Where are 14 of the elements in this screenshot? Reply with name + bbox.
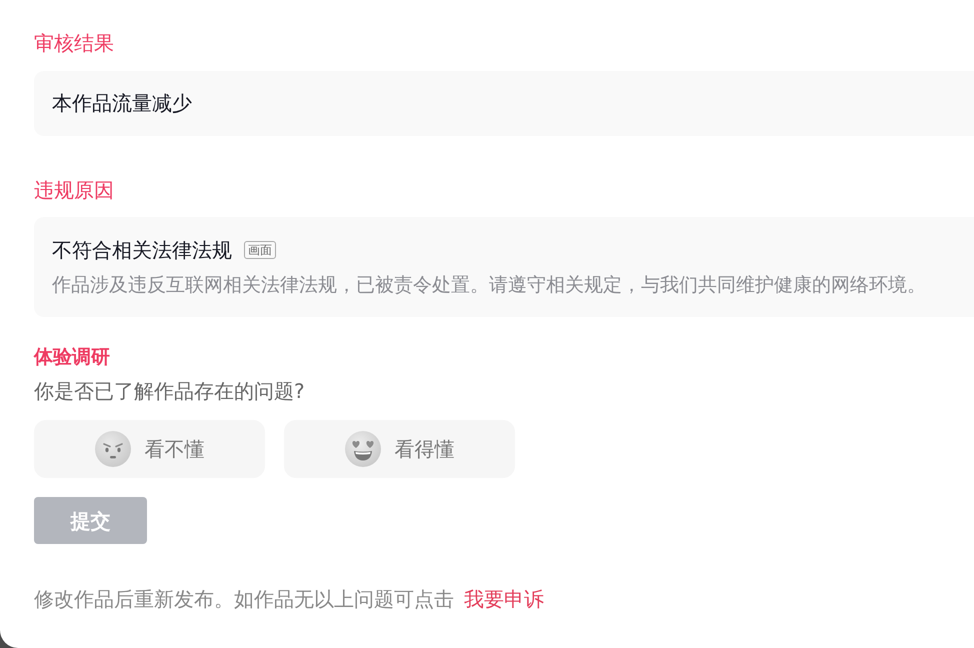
survey-option-button[interactable]: 看不懂	[34, 420, 265, 478]
angry-face-icon	[94, 431, 130, 467]
reason-description: 作品涉及违反互联网相关法律法规，已被责令处置。请遵守相关规定，与我们共同维护健康的网络环境。	[52, 273, 927, 298]
section-heading: 审核结果	[34, 30, 115, 57]
footer-note: 修改作品后重新发布。如作品无以上问题可点击 我要申诉	[34, 586, 545, 613]
survey-heading: 体验调研	[34, 345, 111, 370]
survey-question: 你是否已了解作品存在的问题?	[34, 378, 306, 405]
section-heading: 违规原因	[34, 177, 115, 204]
reason-title: 不符合相关法律法规	[52, 237, 232, 264]
result-text: 本作品流量减少	[52, 90, 193, 117]
appeal-link[interactable]: 我要申诉	[464, 587, 544, 611]
heart-eyes-face-icon	[344, 431, 380, 467]
survey-option-button[interactable]: 看得懂	[284, 420, 515, 478]
category-tag: 画面	[244, 241, 276, 259]
